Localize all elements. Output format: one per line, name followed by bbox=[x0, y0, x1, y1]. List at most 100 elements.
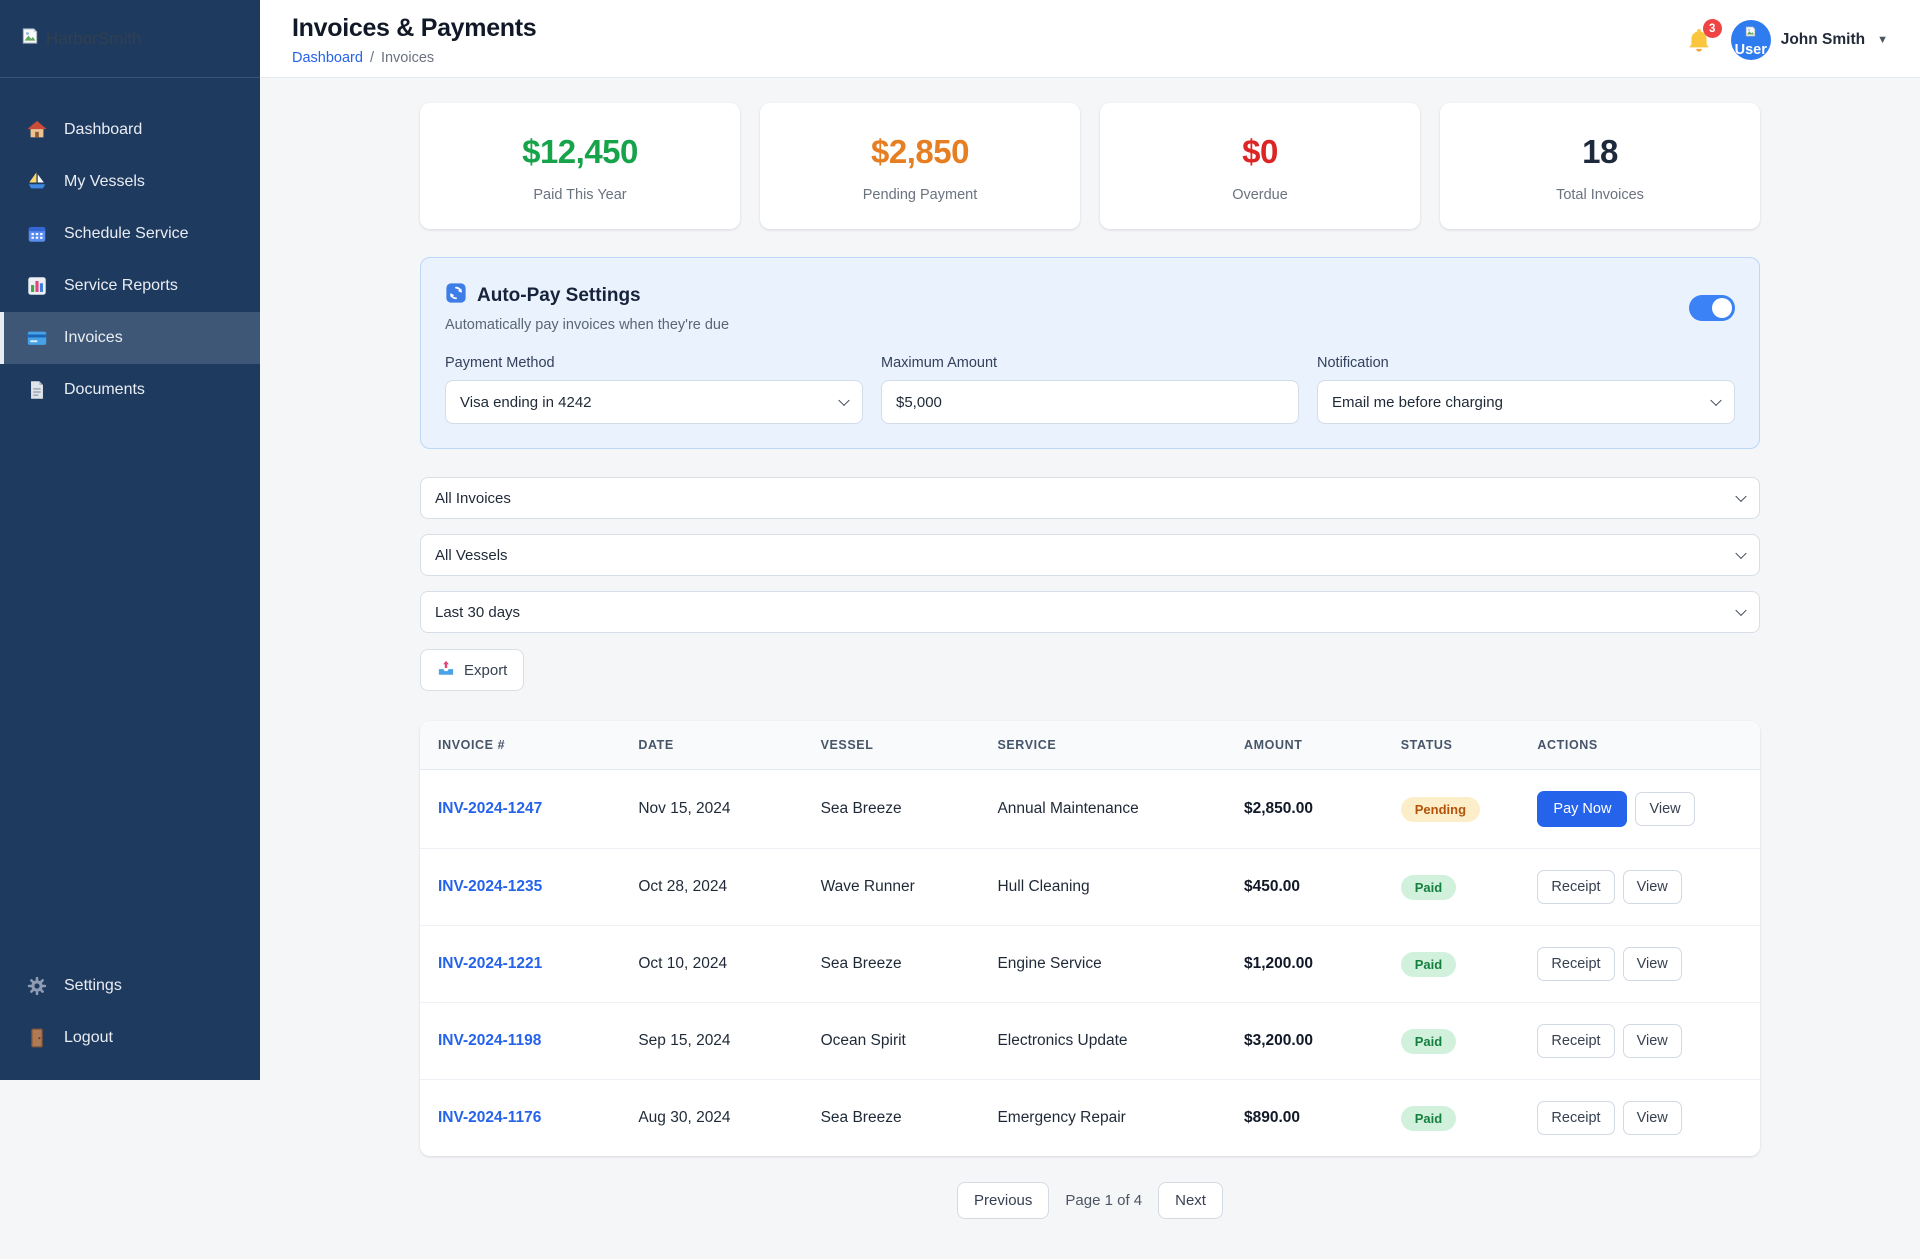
invoice-vessel: Wave Runner bbox=[804, 848, 982, 926]
stat-value: $0 bbox=[1242, 133, 1278, 170]
sidebar-item-dashboard[interactable]: Dashboard bbox=[0, 104, 260, 156]
calendar-icon bbox=[26, 223, 48, 245]
payment-method-label: Payment Method bbox=[445, 355, 555, 371]
view-button[interactable]: View bbox=[1635, 792, 1695, 826]
pay-now-button[interactable]: Pay Now bbox=[1537, 791, 1628, 827]
settings-icon bbox=[26, 975, 48, 997]
reports-icon bbox=[26, 275, 48, 297]
status-badge: Paid bbox=[1400, 951, 1457, 977]
stat-value: $2,850 bbox=[871, 133, 969, 170]
table-row: INV-2024-1221 Oct 10, 2024 Sea Breeze Engin… bbox=[420, 925, 1760, 1003]
invoice-date: Nov 15, 2024 bbox=[638, 800, 731, 817]
sidebar-item-logout[interactable]: Logout bbox=[0, 1012, 260, 1064]
next-page-button[interactable]: Next bbox=[1158, 1182, 1223, 1219]
user-menu[interactable]: User John Smith ▼ bbox=[1730, 20, 1888, 60]
invoice-link[interactable]: INV-2024-1221 bbox=[438, 955, 542, 972]
view-button[interactable]: View bbox=[1622, 870, 1682, 904]
invoice-amount: $450.00 bbox=[1227, 848, 1385, 926]
invoices-table-card: INVOICE # DATE VESSEL SERVICE AMOUNT STATUS AC… bbox=[420, 721, 1760, 1156]
notification-count-badge: 3 bbox=[1702, 19, 1722, 38]
invoice-service: Hull Cleaning bbox=[981, 848, 1228, 926]
table-row: INV-2024-1235 Oct 28, 2024 Wave Runner Hull… bbox=[420, 848, 1760, 926]
stat-value: 18 bbox=[1582, 133, 1618, 170]
stat-label: Overdue bbox=[1232, 187, 1288, 203]
vessel-icon bbox=[26, 171, 48, 193]
receipt-button[interactable]: Receipt bbox=[1537, 1024, 1615, 1058]
avatar-alt-text: User bbox=[1734, 42, 1767, 58]
sidebar-item-schedule-service[interactable]: Schedule Service bbox=[0, 208, 260, 260]
date-range-filter[interactable]: Last 30 days bbox=[420, 591, 1760, 633]
column-header-actions: ACTIONS bbox=[1521, 721, 1760, 770]
invoice-amount: $890.00 bbox=[1227, 1079, 1385, 1156]
export-icon bbox=[437, 659, 455, 681]
invoice-link[interactable]: INV-2024-1247 bbox=[438, 800, 542, 817]
stat-label: Pending Payment bbox=[862, 187, 978, 203]
autopay-title: Auto-Pay Settings bbox=[477, 285, 641, 306]
notification-select[interactable]: Email me before charging bbox=[1317, 380, 1735, 424]
stat-card-total-invoices: 18 Total Invoices bbox=[1440, 103, 1760, 229]
status-badge: Paid bbox=[1400, 874, 1457, 900]
maximum-amount-input[interactable] bbox=[881, 380, 1299, 424]
receipt-button[interactable]: Receipt bbox=[1537, 947, 1615, 981]
column-header-date: DATE bbox=[622, 721, 805, 770]
maximum-amount-label: Maximum Amount bbox=[881, 355, 998, 371]
invoice-link[interactable]: INV-2024-1176 bbox=[438, 1109, 541, 1126]
payment-method-select[interactable]: Visa ending in 4242 bbox=[445, 380, 863, 424]
sidebar-item-my-vessels[interactable]: My Vessels bbox=[0, 156, 260, 208]
payment-method-field: Payment Method Visa ending in 4242 bbox=[445, 355, 863, 424]
invoice-vessel: Sea Breeze bbox=[820, 800, 902, 817]
invoice-date: Oct 28, 2024 bbox=[622, 848, 805, 926]
sidebar-nav: Dashboard My Vessels Schedule Service Servi… bbox=[0, 78, 260, 960]
sidebar-item-documents[interactable]: Documents bbox=[0, 364, 260, 416]
invoice-link[interactable]: INV-2024-1198 bbox=[438, 1032, 541, 1049]
autopay-toggle[interactable] bbox=[1689, 294, 1735, 321]
invoice-link[interactable]: INV-2024-1235 bbox=[438, 878, 542, 895]
sidebar-item-invoices[interactable]: Invoices bbox=[0, 312, 260, 364]
sidebar-item-settings[interactable]: Settings bbox=[0, 960, 260, 1012]
notification-field: Notification Email me before charging bbox=[1317, 355, 1735, 424]
vessel-filter[interactable]: All Vessels bbox=[420, 534, 1760, 576]
sidebar-footer: Settings Logout bbox=[0, 960, 260, 1080]
sidebar-item-service-reports[interactable]: Service Reports bbox=[0, 260, 260, 312]
previous-page-button[interactable]: Previous bbox=[957, 1182, 1050, 1219]
pagination: Previous Page 1 of 4 Next bbox=[420, 1182, 1760, 1219]
sidebar-item-label: Logout bbox=[64, 1029, 113, 1046]
column-header-invoice: INVOICE # bbox=[420, 721, 623, 770]
receipt-button[interactable]: Receipt bbox=[1537, 870, 1615, 904]
invoice-service: Annual Maintenance bbox=[997, 800, 1139, 817]
invoice-status-filter[interactable]: All Invoices bbox=[420, 477, 1760, 519]
invoice-vessel: Ocean Spirit bbox=[804, 1002, 982, 1080]
view-button[interactable]: View bbox=[1622, 947, 1682, 981]
breadcrumb-current: Invoices bbox=[380, 50, 435, 66]
invoices-icon bbox=[26, 327, 48, 349]
sidebar-item-label: Settings bbox=[64, 977, 122, 994]
avatar: User bbox=[1730, 20, 1771, 60]
broken-image-icon bbox=[1744, 20, 1757, 43]
breadcrumb-separator: / bbox=[369, 50, 374, 66]
view-button[interactable]: View bbox=[1622, 1101, 1682, 1135]
home-icon bbox=[26, 119, 48, 141]
status-badge: Paid bbox=[1400, 1028, 1457, 1054]
invoice-vessel: Sea Breeze bbox=[804, 925, 982, 1003]
table-row: INV-2024-1198 Sep 15, 2024 Ocean Spirit Ele… bbox=[420, 1002, 1760, 1080]
stat-cards: $12,450 Paid This Year $2,850 Pending Payme… bbox=[420, 103, 1760, 229]
view-button[interactable]: View bbox=[1622, 1024, 1682, 1058]
notifications-button[interactable]: 3 bbox=[1685, 19, 1722, 54]
documents-icon bbox=[26, 379, 48, 401]
table-header-row: INVOICE # DATE VESSEL SERVICE AMOUNT STATUS AC… bbox=[420, 721, 1760, 770]
sidebar-item-label: Schedule Service bbox=[64, 225, 189, 242]
topbar: Invoices & Payments Dashboard / Invoices 3… bbox=[260, 0, 1920, 78]
status-badge: Pending bbox=[1400, 796, 1481, 822]
sidebar-item-label: Invoices bbox=[64, 329, 123, 346]
export-button[interactable]: Export bbox=[420, 649, 525, 691]
topbar-right: 3 User John Smith ▼ bbox=[1685, 19, 1888, 60]
sidebar: HarborSmith Dashboard My Vessels Schedule … bbox=[0, 0, 260, 1080]
stat-value: $12,450 bbox=[522, 133, 638, 170]
breadcrumb-dashboard-link[interactable]: Dashboard bbox=[292, 50, 363, 66]
receipt-button[interactable]: Receipt bbox=[1537, 1101, 1615, 1135]
invoice-vessel: Sea Breeze bbox=[804, 1079, 982, 1156]
invoice-date: Aug 30, 2024 bbox=[622, 1079, 805, 1156]
export-label: Export bbox=[464, 661, 508, 679]
invoice-service: Electronics Update bbox=[981, 1002, 1228, 1080]
topbar-left: Invoices & Payments Dashboard / Invoices bbox=[292, 14, 537, 66]
